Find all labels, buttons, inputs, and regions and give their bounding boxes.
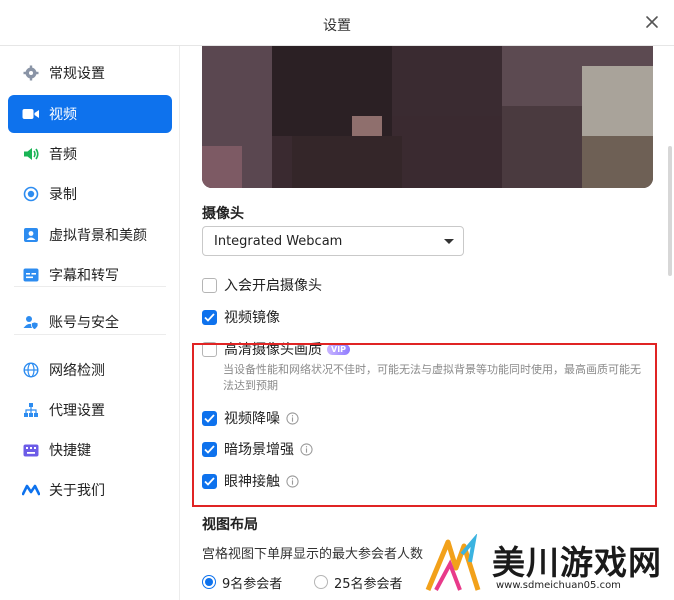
caption-icon (22, 266, 40, 284)
radio-label: 25名参会者 (334, 576, 403, 592)
video-camera-icon (22, 105, 40, 123)
sidebar-item-label: 账号与安全 (49, 315, 119, 331)
sidebar-item-captions[interactable]: 字幕和转写 (8, 256, 172, 294)
sidebar-item-label: 快捷键 (49, 443, 91, 459)
title-bar: 设置 (0, 0, 674, 46)
checkbox[interactable] (202, 473, 217, 489)
globe-icon (22, 361, 40, 379)
camera-preview (202, 46, 653, 188)
sidebar-item-network-check[interactable]: 网络检测 (8, 351, 172, 389)
option-join-with-video[interactable]: 入会开启摄像头 (202, 275, 322, 295)
checkbox[interactable] (202, 341, 217, 357)
info-icon[interactable] (300, 442, 313, 456)
layout-description: 宫格视图下单屏显示的最大参会者人数 (202, 547, 424, 562)
radio-button[interactable] (202, 575, 216, 589)
watermark-url: www.sdmeichuan05.com (496, 580, 621, 591)
option-mirror-video[interactable]: 视频镜像 (202, 307, 280, 327)
camera-select[interactable]: Integrated Webcam (202, 226, 464, 256)
sidebar-item-audio[interactable]: 音频 (8, 135, 172, 173)
radio-button[interactable] (314, 575, 328, 589)
option-label: 暗场景增强 (224, 442, 294, 458)
sidebar-item-account-security[interactable]: 账号与安全 (8, 303, 172, 341)
info-icon[interactable] (286, 474, 299, 488)
checkmark-icon (204, 444, 215, 454)
sidebar-item-label: 代理设置 (49, 403, 105, 419)
option-low-light-enhancement[interactable]: 暗场景增强 (202, 439, 313, 459)
sidebar-item-video[interactable]: 视频 (8, 95, 172, 133)
settings-sidebar: 常规设置 视频 音频 录制 虚拟背景和美颜 字幕和转写 账号与安全 网络检测 代… (0, 46, 180, 600)
option-eye-contact[interactable]: 眼神接触 (202, 471, 299, 491)
vip-badge: VIP (327, 343, 351, 355)
sidebar-item-label: 录制 (49, 187, 77, 203)
checkbox[interactable] (202, 441, 217, 457)
logo-icon (22, 481, 40, 499)
option-hd-quality[interactable]: 高清摄像头画质 VIP (202, 339, 351, 359)
sidebar-item-label: 网络检测 (49, 363, 105, 379)
video-settings-panel: 摄像头 Integrated Webcam 入会开启摄像头 视频镜像 高清摄像头… (181, 46, 674, 600)
watermark-brand: 美川游戏网 (492, 543, 662, 582)
camera-select-value: Integrated Webcam (214, 233, 343, 249)
checkbox[interactable] (202, 277, 217, 293)
sidebar-item-label: 关于我们 (49, 483, 105, 499)
info-icon[interactable] (286, 411, 299, 425)
option-video-noise-reduction[interactable]: 视频降噪 (202, 408, 299, 428)
checkmark-icon (204, 476, 215, 486)
sidebar-item-proxy[interactable]: 代理设置 (8, 391, 172, 429)
sidebar-item-label: 字幕和转写 (49, 268, 119, 284)
sidebar-item-recording[interactable]: 录制 (8, 175, 172, 213)
network-proxy-icon (22, 401, 40, 419)
caret-down-icon (444, 239, 454, 244)
scrollbar-thumb[interactable] (668, 146, 672, 276)
account-shield-icon (22, 313, 40, 331)
checkmark-icon (204, 312, 215, 322)
sidebar-item-about[interactable]: 关于我们 (8, 471, 172, 509)
layout-option-9[interactable]: 9名参会者 (202, 573, 283, 592)
watermark-logo-icon (425, 533, 481, 591)
option-label: 视频降噪 (224, 411, 280, 427)
layout-section-title: 视图布局 (202, 517, 258, 533)
sidebar-divider (14, 286, 166, 287)
radio-label: 9名参会者 (222, 576, 283, 592)
option-label: 眼神接触 (224, 474, 280, 490)
checkbox[interactable] (202, 410, 217, 426)
sidebar-divider (14, 334, 166, 335)
checkmark-icon (204, 413, 215, 423)
layout-option-25[interactable]: 25名参会者 (314, 573, 403, 592)
portrait-icon (22, 226, 40, 244)
sidebar-item-label: 视频 (49, 107, 77, 123)
option-label: 视频镜像 (224, 310, 280, 326)
option-label: 高清摄像头画质 (224, 342, 322, 358)
camera-section-title: 摄像头 (202, 206, 244, 222)
sidebar-item-label: 常规设置 (49, 66, 105, 82)
sidebar-item-label: 音频 (49, 147, 77, 163)
checkbox[interactable] (202, 309, 217, 325)
sidebar-item-shortcuts[interactable]: 快捷键 (8, 431, 172, 469)
sidebar-item-general[interactable]: 常规设置 (8, 54, 172, 92)
speaker-icon (22, 145, 40, 163)
sidebar-item-virtual-background[interactable]: 虚拟背景和美颜 (8, 216, 172, 254)
option-label: 入会开启摄像头 (224, 278, 322, 294)
close-icon[interactable] (642, 12, 662, 32)
gear-icon (22, 64, 40, 82)
sidebar-item-label: 虚拟背景和美颜 (49, 228, 147, 244)
keyboard-icon (22, 441, 40, 459)
window-title: 设置 (323, 18, 351, 34)
hd-quality-hint: 当设备性能和网络状况不佳时，可能无法与虚拟背景等功能同时使用，最高画质可能无法达… (223, 363, 641, 392)
record-icon (22, 185, 40, 203)
site-watermark: 美川游戏网 www.sdmeichuan05.com (422, 533, 674, 600)
